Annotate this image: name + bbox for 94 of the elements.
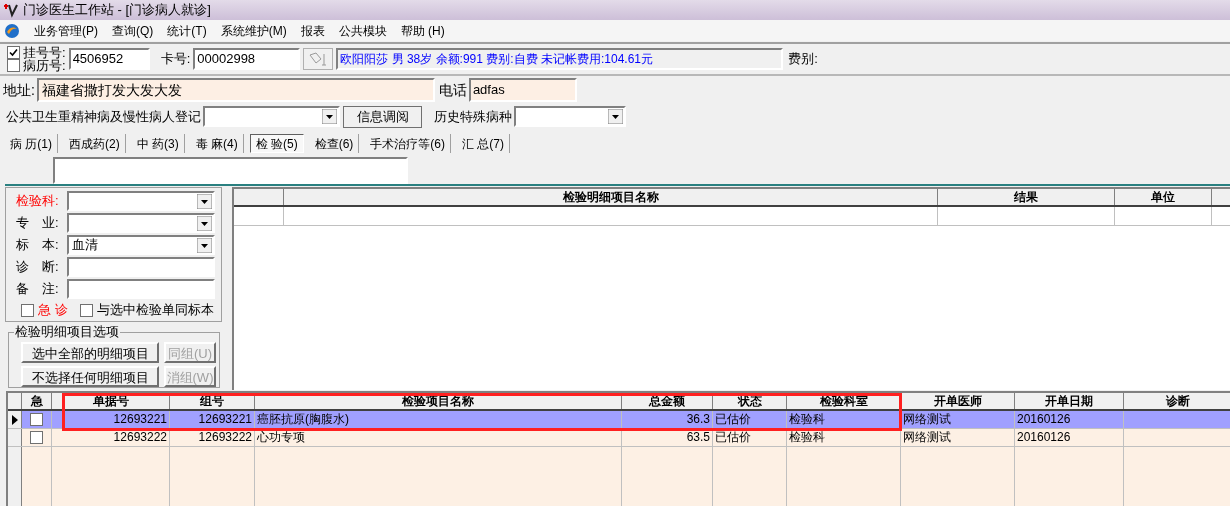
checkbox-label: 挂号号: (23, 46, 66, 59)
tab[interactable]: 检 验(5) (249, 134, 304, 153)
dropdown-arrow-icon (197, 215, 212, 231)
row-header[interactable] (8, 411, 22, 428)
field-label: 地址: (3, 80, 35, 100)
app-icon (3, 2, 19, 18)
menu-item[interactable]: 公共模块 (338, 21, 387, 40)
button[interactable]: 不选择任何明细项目 (21, 366, 159, 387)
column-header: 开单医师 (901, 393, 1015, 409)
table-cell: 12693222 (52, 429, 170, 446)
table-row[interactable]: 12693222 12693222 心功专项 63.5 已估价 检验科 网络测试 20160126 (8, 429, 1230, 447)
table-cell: 网络测试 (901, 429, 1015, 446)
table-cell: 12693221 (52, 411, 170, 428)
button[interactable]: 选中全部的明细项目 (21, 342, 159, 363)
table-cell: 20160126 (1015, 411, 1124, 428)
tab[interactable]: 毒 麻(4) (190, 134, 244, 153)
checkbox[interactable] (7, 59, 20, 72)
card-field[interactable]: 00002998 (193, 48, 301, 70)
table-cell: 63.5 (622, 429, 713, 446)
dropdown-arrow-icon (608, 109, 623, 124)
dropdown-arrow-icon (197, 237, 212, 253)
checkbox[interactable] (79, 303, 93, 317)
table-cell: 已估价 (713, 429, 787, 446)
info-button[interactable]: 信息调阅 (343, 105, 422, 128)
phone-field[interactable]: adfas (468, 78, 577, 102)
dropdown[interactable] (514, 106, 626, 127)
address-field[interactable]: 福建省撒打发大发大发 (36, 78, 435, 102)
table-cell: 12693222 (170, 429, 255, 446)
field-label: 公共卫生重精神病及慢性病人登记 (6, 107, 201, 126)
checkbox-label: 急 诊 (38, 301, 68, 320)
table-cell: 癌胚抗原(胸腹水) (255, 411, 622, 428)
field-label: 诊 断: (16, 258, 60, 277)
field-label: 备 注: (16, 280, 60, 299)
checkbox[interactable] (21, 303, 34, 317)
logo-icon (4, 22, 20, 39)
group-title: 检验明细项目选项 (14, 325, 120, 339)
tab[interactable]: 病 历(1) (5, 134, 58, 153)
field-label: 检验科: (16, 192, 60, 211)
column-header: 结果 (938, 189, 1115, 205)
menu-item[interactable]: 业务管理(P) (34, 21, 98, 40)
field-label: 电话 (438, 80, 467, 100)
dropdown-arrow-icon (322, 109, 337, 124)
note-field[interactable] (53, 157, 408, 184)
dropdown[interactable] (67, 191, 215, 211)
checkbox-label: 病历号: (23, 59, 66, 72)
text-field[interactable] (67, 279, 215, 299)
menu-item[interactable]: 系统维护(M) (220, 21, 287, 40)
menu-item[interactable]: 报表 (300, 21, 325, 40)
tab[interactable]: 手术治疗等(6) (365, 134, 451, 153)
menu-item[interactable]: 帮助 (H) (400, 21, 445, 40)
column-header: 检验项目名称 (255, 393, 622, 409)
field-label: 卡号: (160, 50, 191, 69)
column-header: 急 (22, 393, 52, 409)
text-field[interactable] (67, 257, 215, 277)
checkbox[interactable] (30, 431, 43, 444)
tab[interactable]: 汇 总(7) (457, 134, 510, 153)
field-label: 标 本: (16, 236, 60, 255)
tab[interactable]: 西成药(2) (64, 134, 126, 153)
table-cell: 检验科 (787, 411, 901, 428)
field-label: 专 业: (16, 214, 60, 233)
current-row-icon (11, 414, 18, 425)
menu-item[interactable]: 查询(Q) (112, 21, 154, 40)
checkbox[interactable] (30, 413, 43, 426)
checkbox[interactable] (7, 46, 20, 59)
dropdown[interactable] (203, 106, 340, 127)
tab[interactable]: 中 药(3) (131, 134, 185, 153)
table-cell: 心功专项 (255, 429, 622, 446)
column-header: 检验科室 (787, 393, 901, 409)
column-header: 检验明细项目名称 (284, 189, 938, 205)
table-cell: 12693221 (170, 411, 255, 428)
window-title: 门诊医生工作站 - [门诊病人就诊] (23, 1, 211, 20)
table-cell: 36.3 (622, 411, 713, 428)
column-header: 开单日期 (1015, 393, 1124, 409)
checkbox-label: 与选中检验单同标本 (96, 301, 214, 320)
dropdown[interactable]: 血清 (67, 235, 215, 255)
column-header: 状态 (713, 393, 787, 409)
dropdown-value: 血清 (71, 236, 99, 255)
table-cell: 20160126 (1015, 429, 1124, 446)
table-cell: 检验科 (787, 429, 901, 446)
column-header: 诊断 (1124, 393, 1230, 409)
id-field[interactable]: 4506952 (68, 48, 150, 70)
check-icon (9, 48, 18, 57)
table-row[interactable]: 12693221 12693221 癌胚抗原(胸腹水) 36.3 已估价 检验科 网络测试 20160126 (8, 411, 1230, 429)
table-cell: 已估价 (713, 411, 787, 428)
column-header: 总金额 (622, 393, 713, 409)
tab[interactable]: 检查(6) (309, 134, 360, 153)
dropdown-arrow-icon (197, 193, 212, 209)
column-header: 单位 (1115, 189, 1212, 205)
field-label: 历史特殊病种 (434, 107, 512, 126)
menu-item[interactable]: 统计(T) (167, 21, 207, 40)
patient-info-field: 欧阳阳莎 男 38岁 余额:991 费别:自费 未记帐费用:104.61元 (336, 48, 784, 70)
field-label: 费别: (788, 50, 818, 69)
table-cell: 网络测试 (901, 411, 1015, 428)
dropdown[interactable] (67, 213, 215, 233)
